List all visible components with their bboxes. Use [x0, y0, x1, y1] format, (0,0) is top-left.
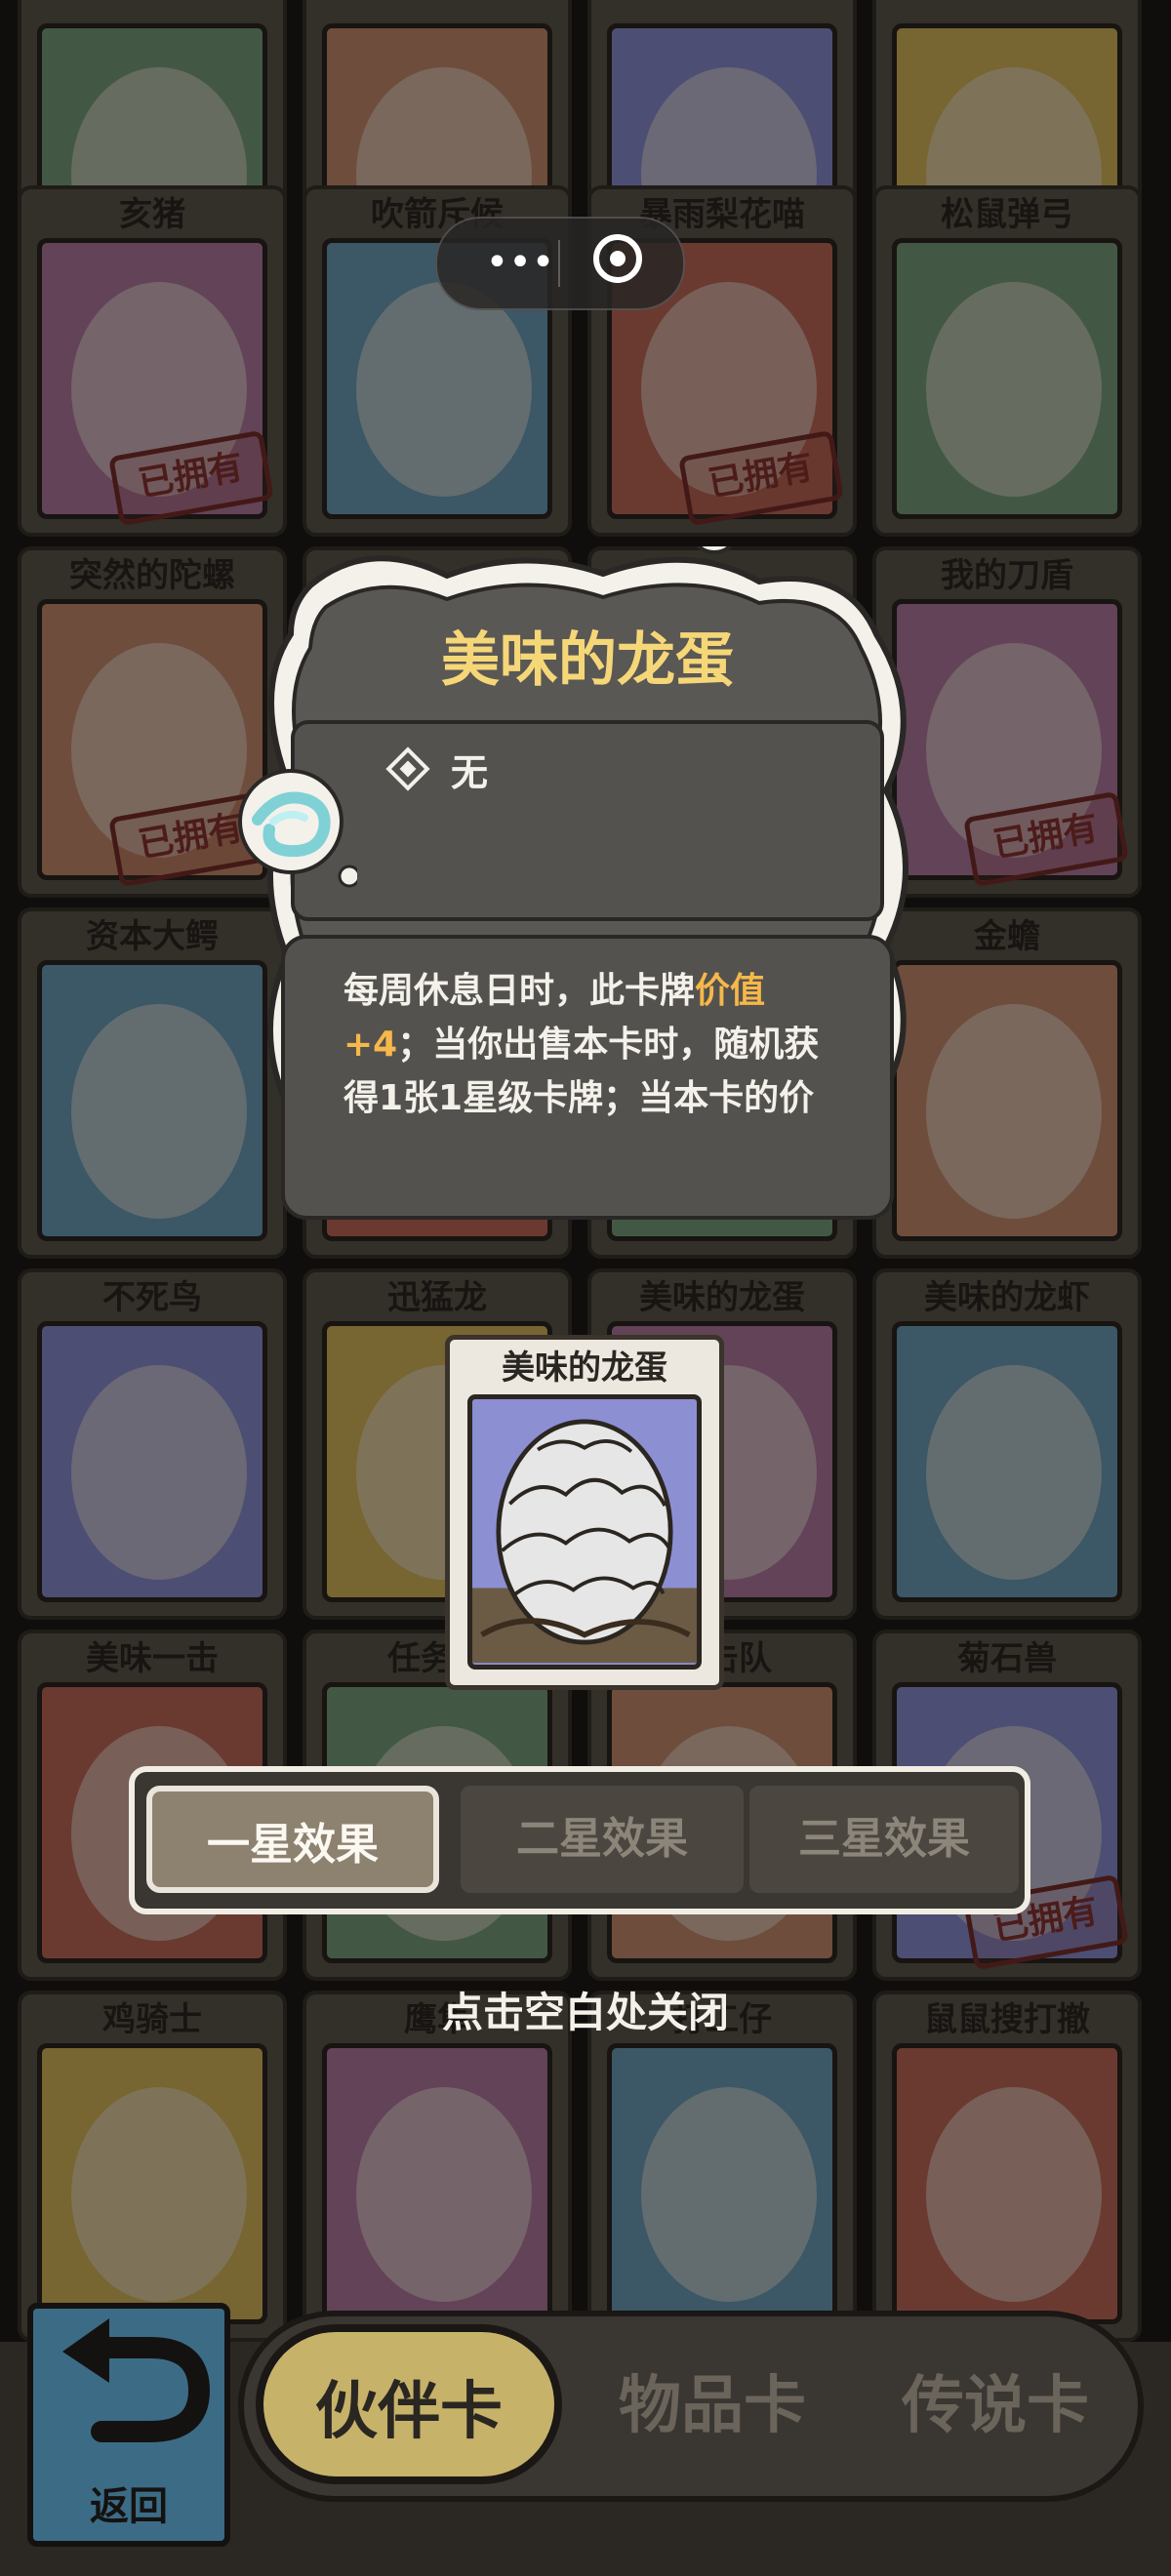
desc-part-1: 每周休息日时，此卡牌 — [343, 971, 696, 1011]
dragon-egg-art — [467, 1394, 702, 1670]
card-description: 每周休息日时，此卡牌价值+4；当你出售本卡时，随机获得1张1星级卡牌；当本卡的价… — [343, 964, 822, 1130]
tab-one-star[interactable]: 一星效果 — [146, 1786, 439, 1893]
desc-part-3: ；当你出售本卡时，随机获得1张1星级卡牌；当本卡的价值在战斗外达 — [343, 1025, 820, 1118]
back-button[interactable]: 返回 — [27, 2303, 230, 2547]
back-label: 返回 — [90, 2484, 168, 2529]
capsule-divider — [558, 240, 560, 287]
description-scroll[interactable]: 每周休息日时，此卡牌价值+4；当你出售本卡时，随机获得1张1星级卡牌；当本卡的价… — [343, 964, 822, 1130]
star-level-tabs: 二星效果 三星效果 一星效果 — [129, 1766, 1030, 1914]
dragon-egg-icon — [472, 1419, 697, 1664]
close-mini-program-icon[interactable] — [593, 234, 642, 283]
mini-program-capsule: ••• — [435, 217, 685, 310]
modal-overlay[interactable] — [0, 0, 1171, 2576]
trait-panel — [291, 720, 884, 921]
card-type-tabs: 伙伴卡 物品卡 传说卡 — [238, 2311, 1144, 2502]
close-hint: 点击空白处关闭 — [441, 1989, 729, 2036]
trait-value: 无 — [451, 751, 489, 794]
tab-item-cards[interactable]: 物品卡 — [586, 2316, 839, 2496]
featured-card-name: 美味的龙蛋 — [502, 1348, 667, 1388]
tab-two-star[interactable]: 二星效果 — [461, 1786, 744, 1893]
featured-card: 美味的龙蛋 — [445, 1335, 724, 1690]
undo-arrow-icon — [62, 2318, 211, 2442]
tab-legend-cards[interactable]: 传说卡 — [868, 2316, 1122, 2496]
swirl-badge-icon — [238, 769, 357, 888]
tab-partner-cards[interactable]: 伙伴卡 — [256, 2324, 562, 2484]
tab-three-star[interactable]: 三星效果 — [749, 1786, 1019, 1893]
popup-title: 美味的龙蛋 — [441, 626, 734, 695]
